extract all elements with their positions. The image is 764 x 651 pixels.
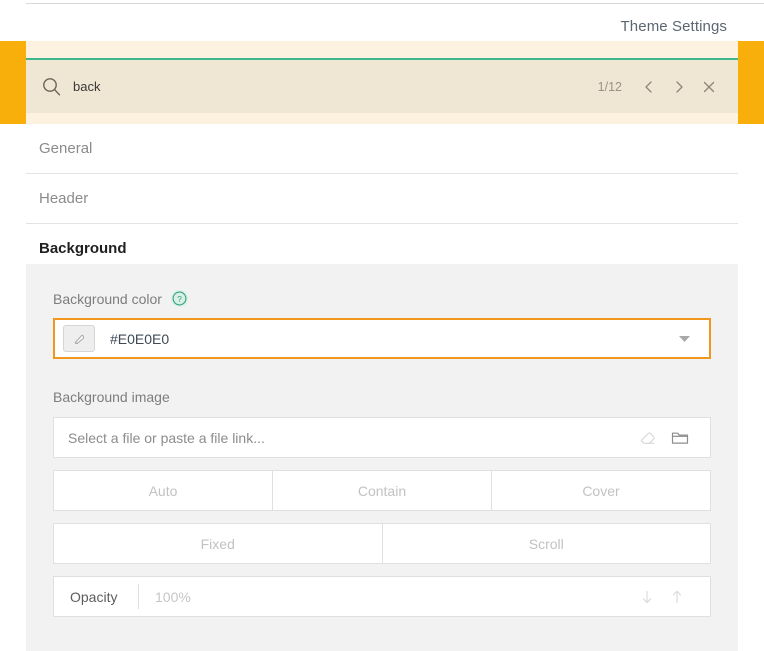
eyedropper-icon: [71, 330, 88, 347]
background-size-contain-button[interactable]: Contain: [273, 471, 492, 510]
next-match-button[interactable]: [666, 74, 692, 100]
background-settings-panel: Background color ? #E0E0E0 Background im…: [26, 264, 738, 651]
color-picker-button[interactable]: [63, 325, 95, 352]
background-size-cover-button[interactable]: Cover: [492, 471, 710, 510]
find-bar-container: back 1/12: [26, 41, 738, 124]
previous-match-button[interactable]: [636, 74, 662, 100]
opacity-label: Opacity: [54, 584, 139, 609]
top-divider: [26, 3, 764, 4]
arrow-up-icon: [669, 588, 685, 606]
background-attachment-fixed-button[interactable]: Fixed: [54, 524, 383, 563]
svg-text:?: ?: [177, 294, 182, 304]
background-color-input[interactable]: #E0E0E0: [53, 318, 711, 359]
background-image-input[interactable]: Select a file or paste a file link...: [53, 417, 711, 458]
caret-down-icon[interactable]: [678, 330, 691, 348]
background-color-label-text: Background color: [53, 291, 162, 307]
accordion-item-label: Header: [39, 190, 88, 207]
right-accent-bar: [738, 41, 764, 124]
eraser-icon: [638, 428, 658, 448]
browse-file-button[interactable]: [664, 422, 696, 454]
clear-file-button[interactable]: [632, 422, 664, 454]
background-color-label: Background color ?: [53, 290, 188, 307]
opacity-input[interactable]: 100%: [155, 589, 632, 605]
find-bar: back 1/12: [26, 60, 738, 113]
match-count: 1/12: [598, 80, 622, 94]
background-attachment-scroll-button[interactable]: Scroll: [383, 524, 711, 563]
page-title: Theme Settings: [621, 18, 727, 35]
settings-accordion: General Header Background: [26, 124, 738, 274]
chevron-right-icon: [672, 80, 686, 94]
accordion-item-general[interactable]: General: [26, 124, 738, 174]
search-input[interactable]: back: [73, 79, 598, 94]
segment-label: Cover: [582, 483, 619, 499]
close-find-bar-button[interactable]: [696, 74, 722, 100]
opacity-decrement-button[interactable]: [632, 582, 662, 612]
question-mark-icon[interactable]: ?: [171, 290, 188, 307]
left-accent-bar: [0, 41, 26, 124]
segment-label: Fixed: [201, 536, 235, 552]
segment-label: Contain: [358, 483, 406, 499]
close-icon: [702, 80, 716, 94]
background-image-placeholder[interactable]: Select a file or paste a file link...: [68, 430, 632, 446]
arrow-down-icon: [639, 588, 655, 606]
folder-icon: [670, 428, 690, 448]
segment-label: Auto: [149, 483, 178, 499]
background-attachment-group: Fixed Scroll: [53, 523, 711, 564]
chevron-left-icon: [642, 80, 656, 94]
background-size-group: Auto Contain Cover: [53, 470, 711, 511]
background-color-value[interactable]: #E0E0E0: [110, 331, 678, 347]
accordion-item-header[interactable]: Header: [26, 174, 738, 224]
background-image-label: Background image: [53, 389, 170, 405]
background-size-auto-button[interactable]: Auto: [54, 471, 273, 510]
segment-label: Scroll: [529, 536, 564, 552]
accordion-item-label: General: [39, 140, 92, 157]
search-icon: [41, 76, 63, 98]
opacity-field[interactable]: Opacity 100%: [53, 576, 711, 617]
opacity-increment-button[interactable]: [662, 582, 692, 612]
accordion-item-label: Background: [39, 240, 127, 257]
